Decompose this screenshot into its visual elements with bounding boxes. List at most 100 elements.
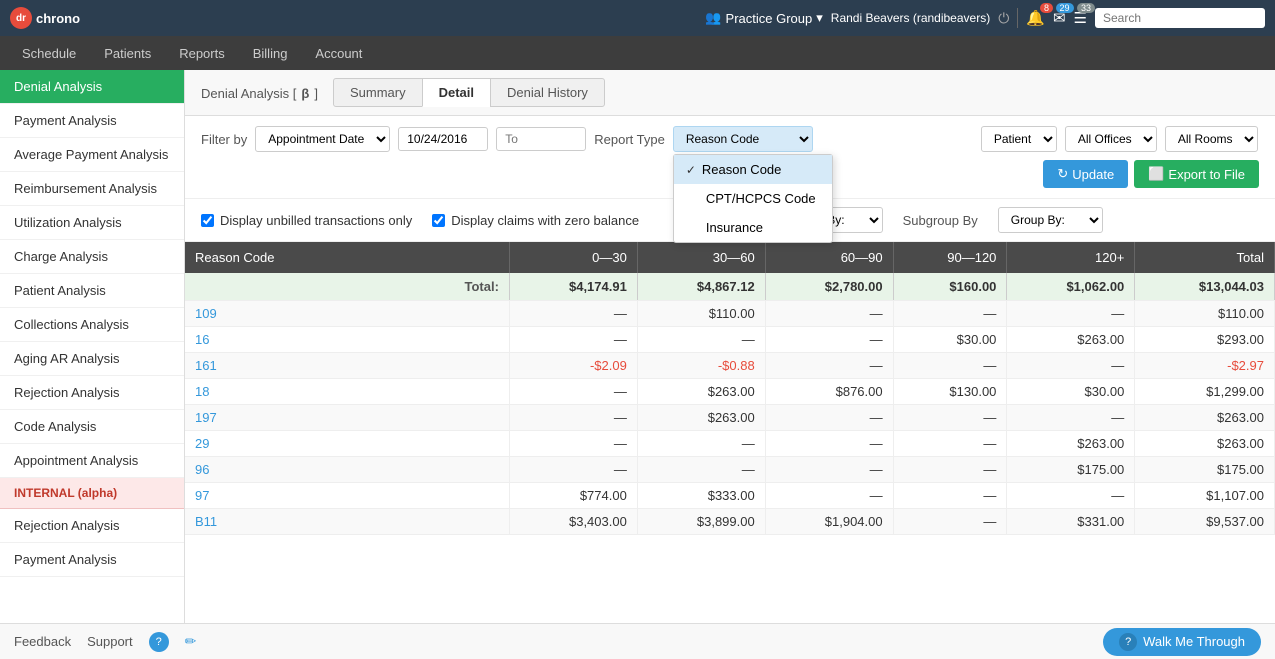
search-input[interactable] [1095, 8, 1265, 28]
row-120: $331.00 [1007, 509, 1135, 535]
row-code[interactable]: 161 [185, 353, 509, 379]
dropdown-item-reason-code[interactable]: ✓ Reason Code [674, 155, 832, 184]
data-table: Reason Code 0—30 30—60 60—90 90—120 120+… [185, 242, 1275, 535]
walk-me-button[interactable]: ? Walk Me Through [1103, 628, 1261, 656]
row-code[interactable]: B11 [185, 509, 509, 535]
practice-group-label: Practice Group [726, 11, 813, 26]
sidebar-item-patient[interactable]: Patient Analysis [0, 274, 184, 308]
sidebar-item-internal-rejection[interactable]: Rejection Analysis [0, 509, 184, 543]
unbilled-checkbox[interactable] [201, 214, 214, 227]
zero-balance-label: Display claims with zero balance [451, 213, 639, 228]
sidebar-item-denial-analysis[interactable]: Denial Analysis [0, 70, 184, 104]
sidebar-item-internal-payment[interactable]: Payment Analysis [0, 543, 184, 577]
row-30-60: $3,899.00 [637, 509, 765, 535]
row-code[interactable]: 97 [185, 483, 509, 509]
dropdown-label-reason-code: Reason Code [702, 162, 782, 177]
row-60-90: — [765, 483, 893, 509]
table-total-row: Total: $4,174.91 $4,867.12 $2,780.00 $16… [185, 273, 1275, 301]
report-type-dropdown: ✓ Reason Code CPT/HCPCS Code Insurance [673, 154, 833, 243]
date-from-input[interactable] [398, 127, 488, 151]
nav-patients[interactable]: Patients [92, 40, 163, 67]
row-30-60: — [637, 327, 765, 353]
col-90-120: 90—120 [893, 242, 1007, 273]
sidebar-item-code[interactable]: Code Analysis [0, 410, 184, 444]
practice-group-button[interactable]: 👥 Practice Group ▾ [705, 10, 822, 26]
nav-billing[interactable]: Billing [241, 40, 300, 67]
filter-by-label: Filter by [201, 132, 247, 147]
feedback-link[interactable]: Feedback [14, 634, 71, 649]
zero-balance-checkbox[interactable] [432, 214, 445, 227]
dropdown-item-insurance[interactable]: Insurance [674, 213, 832, 242]
row-120: — [1007, 353, 1135, 379]
nav-schedule[interactable]: Schedule [10, 40, 88, 67]
sidebar-item-payment-analysis[interactable]: Payment Analysis [0, 104, 184, 138]
top-bar-left: dr chrono [10, 7, 80, 29]
row-30-60: -$0.88 [637, 353, 765, 379]
table-row: 29 — — — — $263.00 $263.00 [185, 431, 1275, 457]
sidebar-item-charge[interactable]: Charge Analysis [0, 240, 184, 274]
update-button[interactable]: ↻ Update [1043, 160, 1128, 188]
table-header-row: Reason Code 0—30 30—60 60—90 90—120 120+… [185, 242, 1275, 273]
menu-wrap[interactable]: ☰ 33 [1074, 9, 1087, 27]
row-0-30: — [509, 379, 637, 405]
row-code[interactable]: 197 [185, 405, 509, 431]
sidebar-item-aging-ar[interactable]: Aging AR Analysis [0, 342, 184, 376]
help-icon[interactable]: ? [149, 632, 169, 652]
subgroup-by-select[interactable]: Group By: [998, 207, 1103, 233]
logo-icon: dr [10, 7, 32, 29]
row-code[interactable]: 29 [185, 431, 509, 457]
row-120: $263.00 [1007, 431, 1135, 457]
row-30-60: $263.00 [637, 379, 765, 405]
tab-summary[interactable]: Summary [333, 78, 423, 107]
nav-reports[interactable]: Reports [167, 40, 237, 67]
row-total: $263.00 [1135, 431, 1275, 457]
brand-name: chrono [36, 11, 80, 26]
row-90-120: — [893, 353, 1007, 379]
rooms-select[interactable]: All Rooms [1165, 126, 1258, 152]
row-60-90: $876.00 [765, 379, 893, 405]
unbilled-label: Display unbilled transactions only [220, 213, 412, 228]
export-button[interactable]: ⬜ Export to File [1134, 160, 1259, 188]
action-buttons: ↻ Update ⬜ Export to File [1043, 160, 1259, 188]
report-type-label: Report Type [594, 132, 665, 147]
report-type-select[interactable]: Reason Code CPT/HCPCS Code Insurance [673, 126, 813, 152]
row-60-90: — [765, 405, 893, 431]
row-90-120: — [893, 509, 1007, 535]
row-30-60: $333.00 [637, 483, 765, 509]
row-code[interactable]: 96 [185, 457, 509, 483]
row-code[interactable]: 109 [185, 301, 509, 327]
dropdown-item-cpt[interactable]: CPT/HCPCS Code [674, 184, 832, 213]
patient-select[interactable]: Patient [981, 126, 1057, 152]
sidebar-item-reimbursement[interactable]: Reimbursement Analysis [0, 172, 184, 206]
offices-select[interactable]: All Offices [1065, 126, 1157, 152]
row-code[interactable]: 16 [185, 327, 509, 353]
report-type-wrapper: Reason Code CPT/HCPCS Code Insurance ✓ R… [673, 126, 813, 152]
messages-wrap[interactable]: ✉ 29 [1053, 9, 1066, 27]
tab-detail[interactable]: Detail [422, 78, 491, 107]
total-30-60: $4,867.12 [637, 273, 765, 301]
page-header: Denial Analysis [ β ] Summary Detail Den… [185, 70, 1275, 116]
table-row: 97 $774.00 $333.00 — — — $1,107.00 [185, 483, 1275, 509]
tab-denial-history[interactable]: Denial History [490, 78, 605, 107]
edit-icon[interactable]: ✏ [185, 633, 197, 650]
sidebar-item-collections[interactable]: Collections Analysis [0, 308, 184, 342]
row-120: $30.00 [1007, 379, 1135, 405]
user-name: Randi Beavers (randibeavers) [831, 11, 990, 25]
notifications-wrap[interactable]: 🔔 8 [1026, 9, 1045, 27]
tab-bar: Summary Detail Denial History [334, 78, 605, 107]
power-icon[interactable]: ⏻ [998, 10, 1009, 27]
table-body: Total: $4,174.91 $4,867.12 $2,780.00 $16… [185, 273, 1275, 535]
row-60-90: $1,904.00 [765, 509, 893, 535]
sidebar-item-utilization[interactable]: Utilization Analysis [0, 206, 184, 240]
row-code[interactable]: 18 [185, 379, 509, 405]
nav-account[interactable]: Account [303, 40, 374, 67]
total-60-90: $2,780.00 [765, 273, 893, 301]
row-60-90: — [765, 457, 893, 483]
sidebar-item-average-payment[interactable]: Average Payment Analysis [0, 138, 184, 172]
sidebar-item-appointment[interactable]: Appointment Analysis [0, 444, 184, 478]
sidebar-item-rejection[interactable]: Rejection Analysis [0, 376, 184, 410]
page-title: Denial Analysis [ β ] [201, 82, 318, 103]
support-link[interactable]: Support [87, 634, 133, 649]
filter-by-select[interactable]: Appointment Date [255, 126, 390, 152]
date-to-input[interactable] [496, 127, 586, 151]
